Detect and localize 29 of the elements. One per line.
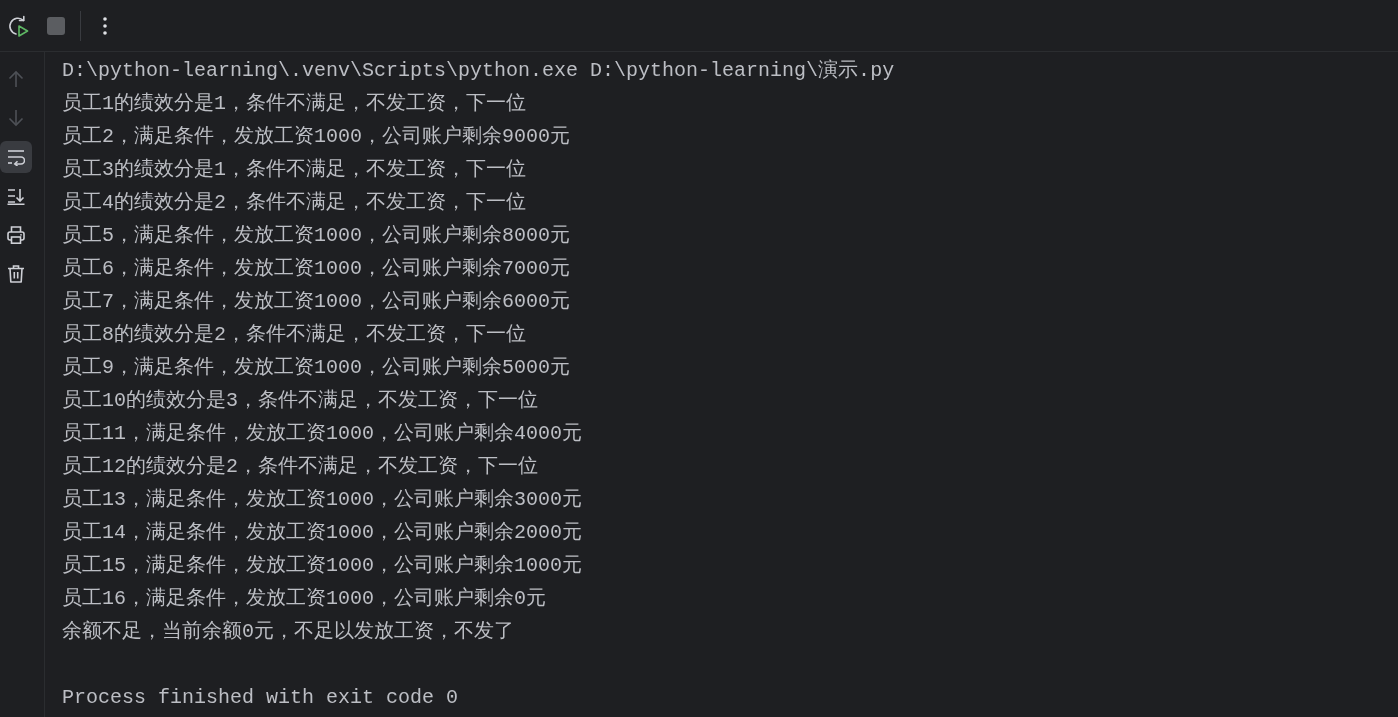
console-output-line: 员工14，满足条件，发放工资1000，公司账户剩余2000元 (62, 520, 584, 546)
up-arrow-icon (7, 70, 25, 88)
console-output-line: 员工9，满足条件，发放工资1000，公司账户剩余5000元 (62, 355, 572, 381)
console-output-line: 员工13，满足条件，发放工资1000，公司账户剩余3000元 (62, 487, 584, 513)
soft-wrap-icon (7, 148, 25, 166)
console-output-line: 员工15，满足条件，发放工资1000，公司账户剩余1000元 (62, 553, 584, 579)
exit-status-line: Process finished with exit code 0 (62, 685, 460, 711)
console-output-line: 员工4的绩效分是2，条件不满足，不发工资，下一位 (62, 190, 527, 216)
console-output-line: 员工2，满足条件，发放工资1000，公司账户剩余9000元 (62, 124, 572, 150)
console-output-line: 员工5，满足条件，发放工资1000，公司账户剩余8000元 (62, 223, 572, 249)
console-output-line: 员工16，满足条件，发放工资1000，公司账户剩余0元 (62, 586, 547, 612)
scroll-to-end-icon (7, 187, 25, 205)
more-options-icon (103, 16, 107, 35)
down-arrow-icon (7, 109, 25, 127)
console-output-line: 员工10的绩效分是3，条件不满足，不发工资，下一位 (62, 388, 539, 414)
console-output-line: 员工1的绩效分是1，条件不满足，不发工资，下一位 (62, 91, 527, 117)
printer-icon (7, 226, 25, 244)
trash-icon (7, 265, 25, 283)
console-output-line: 员工8的绩效分是2，条件不满足，不发工资，下一位 (62, 322, 527, 348)
console-output-line: 员工12的绩效分是2，条件不满足，不发工资，下一位 (62, 454, 539, 480)
stop-icon (47, 16, 65, 35)
rerun-icon (7, 14, 29, 37)
console-output-line: 员工3的绩效分是1，条件不满足，不发工资，下一位 (62, 157, 527, 183)
console-output-line: 员工7，满足条件，发放工资1000，公司账户剩余6000元 (62, 289, 572, 315)
console-output-line: 员工11，满足条件，发放工资1000，公司账户剩余4000元 (62, 421, 584, 447)
console-output-line: 余额不足，当前余额0元，不足以发放工资，不发了 (62, 619, 515, 645)
console-output-line: 员工6，满足条件，发放工资1000，公司账户剩余7000元 (62, 256, 572, 282)
soft-wrap-button[interactable] (0, 141, 32, 173)
run-command-line: D:\python-learning\.venv\Scripts\python.exe D:\python-learning\演示.py (62, 58, 896, 84)
